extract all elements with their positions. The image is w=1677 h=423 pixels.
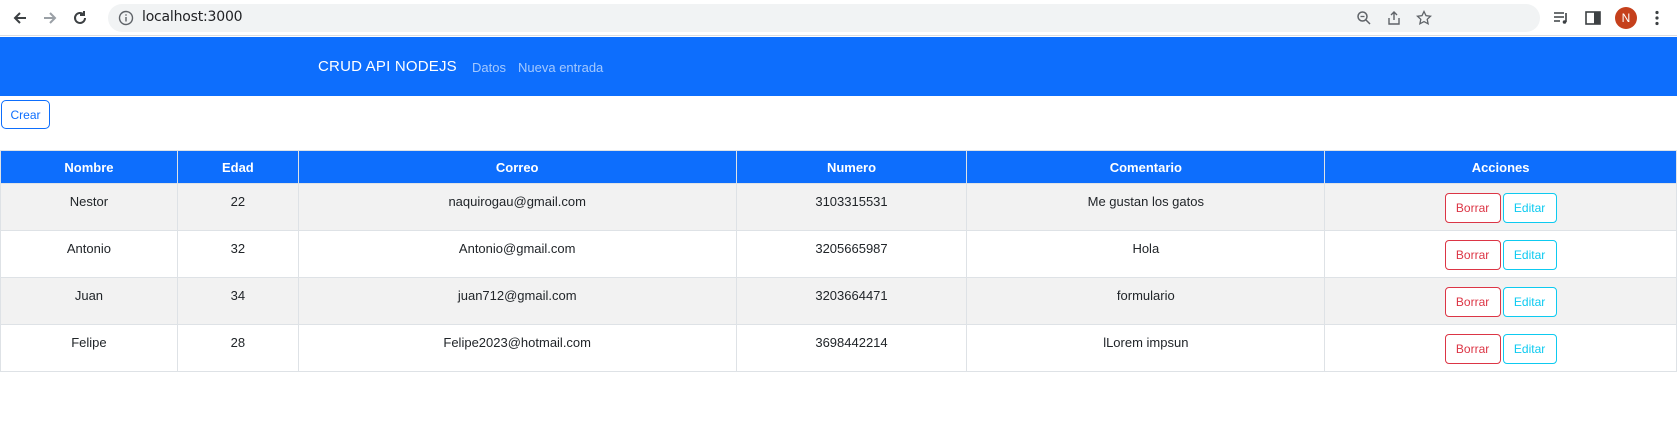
cell-acciones: Borrar Editar — [1324, 230, 1677, 278]
menu-kebab-icon[interactable] — [1648, 9, 1666, 27]
create-button[interactable]: Crear — [1, 100, 50, 129]
nav-link-nueva-entrada[interactable]: Nueva entrada — [518, 60, 603, 75]
cell-comentario: Hola — [966, 230, 1326, 278]
edit-button[interactable]: Editar — [1502, 193, 1557, 223]
data-table: Nombre Edad Correo Numero Comentario Acc… — [0, 150, 1677, 372]
header-nombre: Nombre — [0, 150, 178, 184]
cell-acciones: Borrar Editar — [1324, 183, 1677, 231]
zoom-icon[interactable] — [1356, 10, 1372, 26]
nav-link-datos[interactable]: Datos — [472, 60, 506, 75]
edit-button[interactable]: Editar — [1502, 287, 1557, 317]
header-edad: Edad — [176, 150, 299, 184]
reload-icon[interactable] — [68, 6, 92, 30]
cell-correo: juan712@gmail.com — [297, 277, 737, 325]
delete-button[interactable]: Borrar — [1444, 334, 1501, 364]
share-icon[interactable] — [1386, 10, 1402, 26]
header-comentario: Comentario — [966, 150, 1326, 184]
table-row: Nestor 22 naquirogau@gmail.com 310331553… — [0, 183, 1677, 231]
delete-button[interactable]: Borrar — [1444, 240, 1501, 270]
cell-acciones: Borrar Editar — [1324, 324, 1677, 372]
cell-numero: 3205665987 — [735, 230, 968, 278]
cell-nombre: Juan — [0, 277, 178, 325]
cell-numero: 3103315531 — [735, 183, 968, 231]
table-row: Felipe 28 Felipe2023@hotmail.com 3698442… — [0, 324, 1677, 372]
cell-correo: Felipe2023@hotmail.com — [297, 324, 737, 372]
cell-edad: 34 — [176, 277, 299, 325]
edit-button[interactable]: Editar — [1502, 240, 1557, 270]
media-queue-icon[interactable] — [1552, 9, 1570, 27]
cell-nombre: Felipe — [0, 324, 178, 372]
cell-acciones: Borrar Editar — [1324, 277, 1677, 325]
header-acciones: Acciones — [1324, 150, 1677, 184]
side-panel-icon[interactable] — [1584, 9, 1602, 27]
delete-button[interactable]: Borrar — [1444, 193, 1501, 223]
edit-button[interactable]: Editar — [1502, 334, 1557, 364]
cell-edad: 22 — [176, 183, 299, 231]
bookmark-star-icon[interactable] — [1416, 9, 1432, 26]
cell-comentario: formulario — [966, 277, 1326, 325]
address-bar[interactable]: localhost:3000 — [108, 4, 1540, 32]
avatar[interactable]: N — [1615, 7, 1637, 29]
cell-nombre: Antonio — [0, 230, 178, 278]
table-row: Juan 34 juan712@gmail.com 3203664471 for… — [0, 277, 1677, 325]
avatar-initial: N — [1621, 11, 1631, 25]
back-icon[interactable] — [8, 6, 32, 30]
browser-toolbar: localhost:3000 N — [0, 0, 1677, 36]
forward-icon[interactable] — [38, 6, 62, 30]
site-info-icon[interactable] — [118, 10, 134, 26]
header-correo: Correo — [297, 150, 737, 184]
delete-button[interactable]: Borrar — [1444, 287, 1501, 317]
navbar-brand[interactable]: CRUD API NODEJS — [318, 58, 457, 75]
cell-comentario: Me gustan los gatos — [966, 183, 1326, 231]
url-text: localhost:3000 — [142, 9, 243, 25]
cell-numero: 3698442214 — [735, 324, 968, 372]
cell-correo: naquirogau@gmail.com — [297, 183, 737, 231]
cell-nombre: Nestor — [0, 183, 178, 231]
cell-correo: Antonio@gmail.com — [297, 230, 737, 278]
navbar: CRUD API NODEJS Datos Nueva entrada — [0, 37, 1677, 96]
cell-numero: 3203664471 — [735, 277, 968, 325]
cell-edad: 32 — [176, 230, 299, 278]
table-row: Antonio 32 Antonio@gmail.com 3205665987 … — [0, 230, 1677, 278]
cell-comentario: lLorem impsun — [966, 324, 1326, 372]
table-header-row: Nombre Edad Correo Numero Comentario Acc… — [0, 150, 1677, 184]
cell-edad: 28 — [176, 324, 299, 372]
header-numero: Numero — [735, 150, 968, 184]
